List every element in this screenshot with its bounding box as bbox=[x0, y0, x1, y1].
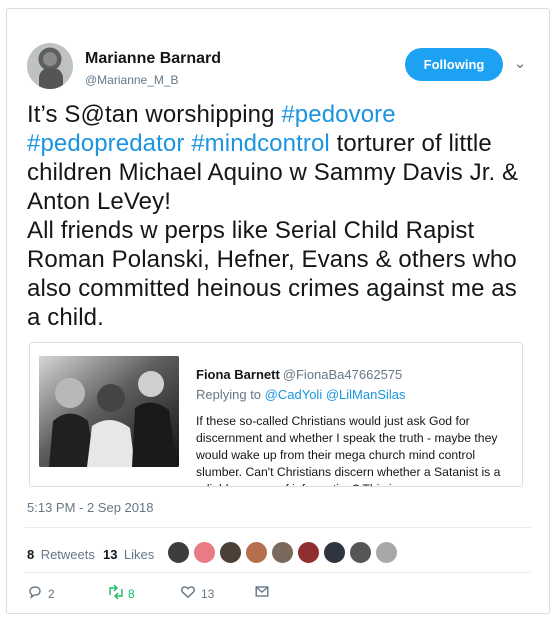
reply-action[interactable]: 2 bbox=[27, 584, 55, 608]
hashtag-pedovore[interactable]: #pedovore bbox=[281, 101, 395, 128]
likes-stat[interactable]: 13 Likes bbox=[103, 546, 154, 564]
replying-to-line: Replying to @CadYoli @LilManSilas bbox=[196, 387, 406, 402]
chevron-down-icon[interactable]: ⌄ bbox=[509, 53, 531, 75]
engagement-stats: 8 Retweets 13 Likes bbox=[27, 539, 527, 567]
hashtag-mindcontrol[interactable]: #mindcontrol bbox=[191, 130, 330, 157]
message-action[interactable] bbox=[254, 584, 272, 608]
liker-avatar[interactable] bbox=[349, 541, 372, 564]
author-name[interactable]: Marianne Barnard bbox=[85, 50, 221, 68]
liker-avatar[interactable] bbox=[297, 541, 320, 564]
author-avatar[interactable] bbox=[27, 43, 73, 89]
message-icon bbox=[254, 584, 272, 603]
tweet-actions: 2 8 13 bbox=[27, 584, 287, 608]
retweet-icon bbox=[107, 584, 125, 603]
liker-avatar[interactable] bbox=[271, 541, 294, 564]
message-icon-svg bbox=[255, 586, 269, 597]
stats-divider-top bbox=[25, 527, 531, 528]
quoted-tweet[interactable]: Fiona Barnett @FionaBa47662575 Replying t… bbox=[29, 342, 523, 487]
tweet-timestamp[interactable]: 5:13 PM - 2 Sep 2018 bbox=[27, 500, 153, 515]
reply-icon-svg bbox=[29, 586, 41, 599]
reply-handle-lilmansilas[interactable]: @LilManSilas bbox=[326, 387, 406, 402]
replying-to-label: Replying to bbox=[196, 387, 262, 402]
heart-icon bbox=[180, 584, 198, 603]
reply-count: 2 bbox=[48, 586, 55, 601]
liker-avatar[interactable] bbox=[245, 541, 268, 564]
heart-icon-svg bbox=[181, 586, 195, 599]
liker-avatar[interactable] bbox=[375, 541, 398, 564]
like-action[interactable]: 13 bbox=[180, 584, 214, 608]
tweet-text-part: All friends w perps like Serial Child Ra… bbox=[27, 217, 517, 331]
tweet-text-part: It’s S@tan worshipping bbox=[27, 101, 282, 128]
tweet-header: Marianne Barnard @Marianne_M_B Following… bbox=[27, 41, 531, 91]
retweet-icon-svg bbox=[109, 584, 123, 600]
retweets-label: Retweets bbox=[40, 547, 95, 562]
quoted-author-name[interactable]: Fiona Barnett bbox=[196, 367, 280, 382]
retweets-count: 8 bbox=[27, 547, 35, 562]
photo-placeholder bbox=[39, 356, 179, 467]
quoted-author-handle[interactable]: @FionaBa47662575 bbox=[283, 367, 402, 382]
quoted-tweet-photo[interactable] bbox=[39, 356, 179, 467]
quoted-author[interactable]: Fiona Barnett @FionaBa47662575 bbox=[196, 367, 402, 382]
liker-avatar[interactable] bbox=[193, 541, 216, 564]
likes-count: 13 bbox=[103, 547, 118, 562]
hashtag-pedopredator[interactable]: #pedopredator bbox=[27, 130, 184, 157]
liker-avatar[interactable] bbox=[167, 541, 190, 564]
liker-avatar[interactable] bbox=[219, 541, 242, 564]
author-handle[interactable]: @Marianne_M_B bbox=[85, 73, 179, 87]
retweets-stat[interactable]: 8 Retweets bbox=[27, 546, 95, 564]
tweet-text: It’s S@tan worshipping #pedovore #pedopr… bbox=[27, 100, 535, 332]
liker-avatar[interactable] bbox=[323, 541, 346, 564]
quoted-tweet-text: If these so-called Christians would just… bbox=[196, 414, 501, 486]
stats-divider-bottom bbox=[25, 572, 531, 573]
like-count: 13 bbox=[201, 586, 215, 601]
retweet-count: 8 bbox=[128, 586, 135, 601]
tweet-card: Marianne Barnard @Marianne_M_B Following… bbox=[6, 8, 550, 614]
reply-handle-cadyoli[interactable]: @CadYoli bbox=[265, 387, 323, 402]
reply-icon bbox=[27, 584, 45, 603]
following-button[interactable]: Following bbox=[405, 48, 503, 81]
retweet-action[interactable]: 8 bbox=[107, 584, 135, 608]
likes-label: Likes bbox=[123, 547, 155, 562]
